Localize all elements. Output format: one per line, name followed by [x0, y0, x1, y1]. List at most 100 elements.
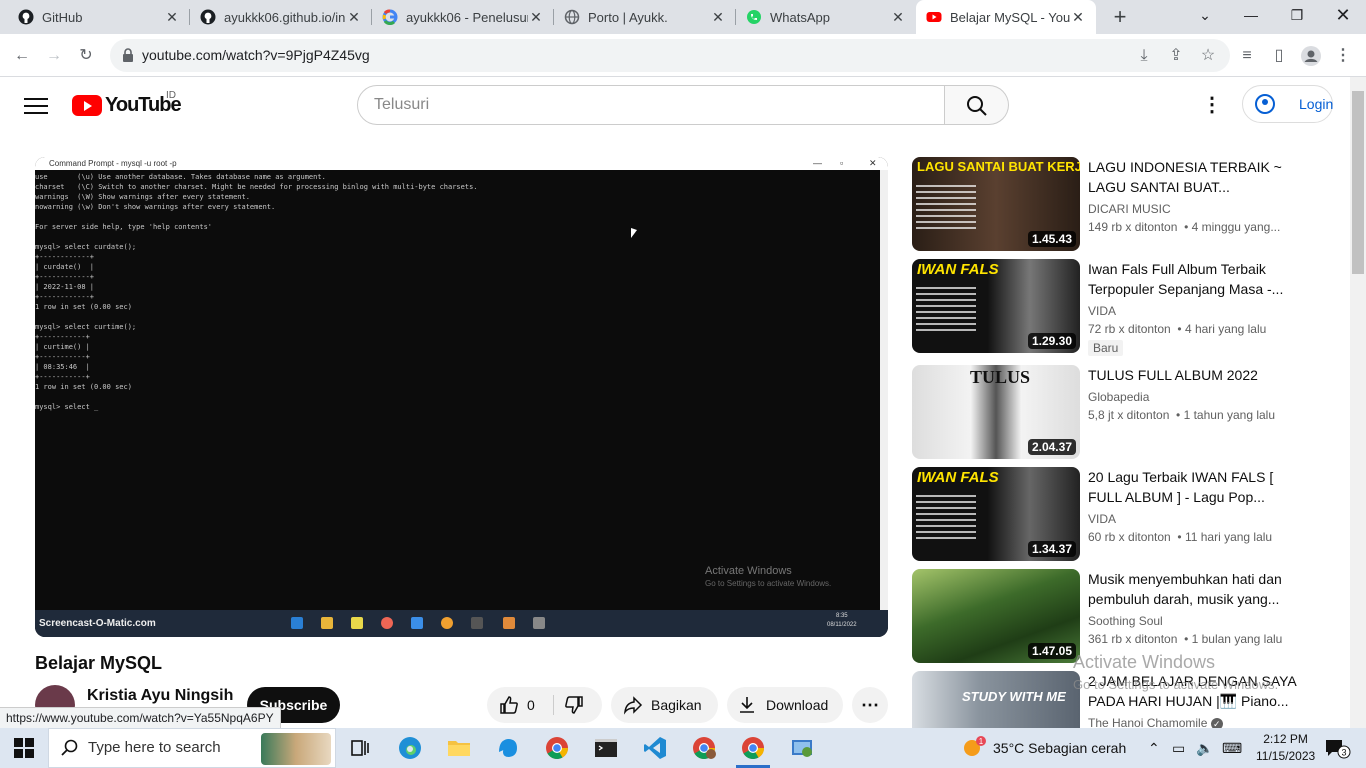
settings-menu-icon[interactable]: ⋮ — [1200, 93, 1224, 117]
app-icon[interactable] — [494, 734, 522, 762]
maximize-button[interactable]: ❐ — [1274, 0, 1320, 30]
page-scrollbar[interactable] — [1350, 77, 1366, 728]
windows-start-icon[interactable] — [14, 738, 34, 758]
browser-menu-button[interactable]: ⋮ — [1329, 42, 1357, 70]
close-tab-icon[interactable]: ✕ — [346, 9, 362, 25]
recommendation-channel[interactable]: Soothing Soul — [1088, 614, 1163, 628]
weather-icon[interactable]: 1 — [961, 736, 987, 763]
like-divider — [553, 695, 554, 715]
upload-age: 4 minggu yang... — [1191, 220, 1281, 234]
control-panel-icon[interactable] — [788, 734, 816, 762]
media-control-icon[interactable]: ≡ — [1233, 42, 1261, 70]
profile-avatar[interactable] — [1297, 42, 1325, 70]
video-player[interactable]: Command Prompt - mysql -u root -p — ▫ ✕ … — [35, 157, 888, 637]
bookmark-star-icon[interactable]: ☆ — [1194, 42, 1222, 70]
notification-center-icon[interactable]: 3 — [1324, 738, 1352, 763]
recommendation-meta: 149 rb x ditonton • 4 minggu yang... — [1088, 220, 1281, 234]
network-icon[interactable]: ▭ — [1172, 740, 1185, 757]
video-thumbnail[interactable]: IWAN FALS 1.29.30 — [912, 259, 1080, 353]
keyboard-icon[interactable]: ⌨ — [1222, 740, 1242, 757]
tab-google-search[interactable]: ayukkk06 - Penelusur ✕ — [372, 0, 554, 34]
task-view-icon[interactable] — [346, 734, 374, 762]
reload-button[interactable]: ↻ — [72, 42, 100, 70]
channel-name[interactable]: Kristia Ayu Ningsih — [87, 687, 233, 705]
install-app-icon[interactable]: ⤓ — [1130, 42, 1158, 70]
weather-text[interactable]: 35°C Sebagian cerah — [993, 740, 1126, 756]
back-button[interactable]: ← — [8, 42, 36, 70]
tab-belajar-mysql[interactable]: Belajar MySQL - YouT ✕ — [916, 0, 1096, 34]
video-thumbnail[interactable]: LAGU SANTAI BUAT KERJA 1.45.43 — [912, 157, 1080, 251]
system-clock[interactable]: 2:12 PM 11/15/2023 — [1256, 731, 1315, 765]
youtube-logo[interactable]: YouTube ID — [72, 90, 182, 117]
tab-search-button[interactable]: ⌄ — [1182, 0, 1228, 30]
recommendation-title[interactable]: LAGU INDONESIA TERBAIK ~ LAGU SANTAI BUA… — [1088, 157, 1298, 197]
hamburger-menu-icon[interactable] — [24, 95, 48, 115]
recommendation-title[interactable]: Iwan Fals Full Album Terbaik Terpopuler … — [1088, 259, 1298, 299]
share-button[interactable]: Bagikan — [611, 687, 718, 723]
recommendation-title[interactable]: TULUS FULL ALBUM 2022 — [1088, 365, 1298, 385]
tab-porto[interactable]: Porto | Ayukk. ✕ — [554, 0, 736, 34]
recommendation-title[interactable]: 20 Lagu Terbaik IWAN FALS [ FULL ALBUM ]… — [1088, 467, 1298, 507]
url-text[interactable]: youtube.com/watch?v=9PjgP4Z45vg — [142, 47, 370, 63]
video-thumbnail[interactable]: 1.47.05 — [912, 569, 1080, 663]
tab-whatsapp[interactable]: WhatsApp ✕ — [736, 0, 916, 34]
edge-icon[interactable] — [396, 734, 424, 762]
taskbar-search-input[interactable]: Type here to search — [48, 728, 336, 768]
video-thumbnail[interactable]: IWAN FALS 1.34.37 — [912, 467, 1080, 561]
chrome-profile-icon[interactable] — [690, 734, 718, 762]
new-tab-button[interactable]: + — [1108, 5, 1132, 29]
more-actions-button[interactable]: ⋯ — [852, 687, 888, 723]
recommendation-item[interactable]: IWAN FALS 1.34.37 20 Lagu Terbaik IWAN F… — [912, 467, 1342, 561]
recommendation-item[interactable]: IWAN FALS 1.29.30 Iwan Fals Full Album T… — [912, 259, 1342, 356]
close-tab-icon[interactable]: ✕ — [528, 9, 544, 25]
share-icon[interactable]: ⇪ — [1162, 42, 1190, 70]
recommendation-channel[interactable]: DICARI MUSIC — [1088, 202, 1171, 216]
like-count[interactable]: 0 — [527, 687, 535, 723]
recommendation-channel[interactable]: VIDA — [1088, 304, 1116, 318]
search-highlight-illustration — [261, 733, 331, 765]
file-explorer-icon[interactable] — [445, 734, 473, 762]
recommendation-channel[interactable]: Globapedia — [1088, 390, 1149, 404]
address-bar[interactable]: youtube.com/watch?v=9PjgP4Z45vg — [110, 39, 1230, 72]
recommendation-channel[interactable]: The Hanoi Chamomile ✓ — [1088, 716, 1223, 728]
chrome-icon[interactable] — [543, 734, 571, 762]
search-input[interactable]: Telusuri — [357, 85, 945, 125]
recommendation-item[interactable]: LAGU SANTAI BUAT KERJA 1.45.43 LAGU INDO… — [912, 157, 1342, 251]
thumbnail-tracklist — [916, 495, 976, 543]
tray-expand-icon[interactable]: ⌃ — [1148, 740, 1160, 757]
close-tab-icon[interactable]: ✕ — [1070, 9, 1086, 25]
recommendation-channel[interactable]: VIDA — [1088, 512, 1116, 526]
close-tab-icon[interactable]: ✕ — [164, 9, 180, 25]
scrollbar-thumb[interactable] — [1352, 91, 1364, 274]
recommendation-item[interactable]: TULUS 2.04.37 TULUS FULL ALBUM 2022 Glob… — [912, 365, 1342, 459]
thumbnail-caption: IWAN FALS — [917, 261, 999, 278]
browser-tab-bar: GitHub ✕ ayukkk06.github.io/in ✕ ayukkk0… — [0, 0, 1366, 34]
login-button[interactable]: Login — [1242, 85, 1333, 123]
search-button[interactable] — [945, 85, 1009, 125]
vscode-icon[interactable] — [641, 734, 669, 762]
like-icon[interactable] — [499, 695, 519, 715]
side-panel-icon[interactable]: ▯ — [1265, 42, 1293, 70]
volume-muted-icon[interactable]: 🔈 — [1196, 740, 1213, 757]
tab-github[interactable]: GitHub ✕ — [8, 0, 190, 34]
lock-icon[interactable] — [122, 48, 134, 62]
video-thumbnail[interactable]: STUDY WITH ME — [912, 671, 1080, 728]
close-tab-icon[interactable]: ✕ — [890, 9, 906, 25]
browser-toolbar: ← → ↻ youtube.com/watch?v=9PjgP4Z45vg ⤓ … — [0, 34, 1366, 77]
recommendation-item[interactable]: 1.47.05 Musik menyembuhkan hati dan pemb… — [912, 569, 1342, 663]
whatsapp-icon — [747, 10, 761, 24]
close-tab-icon[interactable]: ✕ — [710, 9, 726, 25]
video-thumbnail[interactable]: TULUS 2.04.37 — [912, 365, 1080, 459]
view-count: 149 rb x ditonton — [1088, 220, 1178, 234]
forward-button[interactable]: → — [40, 42, 68, 70]
close-window-button[interactable]: ✕ — [1320, 0, 1366, 30]
command-prompt-icon[interactable] — [592, 734, 620, 762]
recommendation-title[interactable]: Musik menyembuhkan hati dan pembuluh dar… — [1088, 569, 1298, 609]
dislike-icon[interactable] — [564, 695, 584, 715]
recommendation-meta: 72 rb x ditonton • 4 hari yang lalu — [1088, 322, 1267, 336]
tab-ayukkk06-github-io[interactable]: ayukkk06.github.io/in ✕ — [190, 0, 372, 34]
minimize-button[interactable]: — — [1228, 0, 1274, 30]
chrome-icon[interactable] — [739, 734, 767, 762]
download-button[interactable]: Download — [727, 687, 843, 723]
video-clock: 8:35 08/11/2022 — [827, 612, 857, 630]
